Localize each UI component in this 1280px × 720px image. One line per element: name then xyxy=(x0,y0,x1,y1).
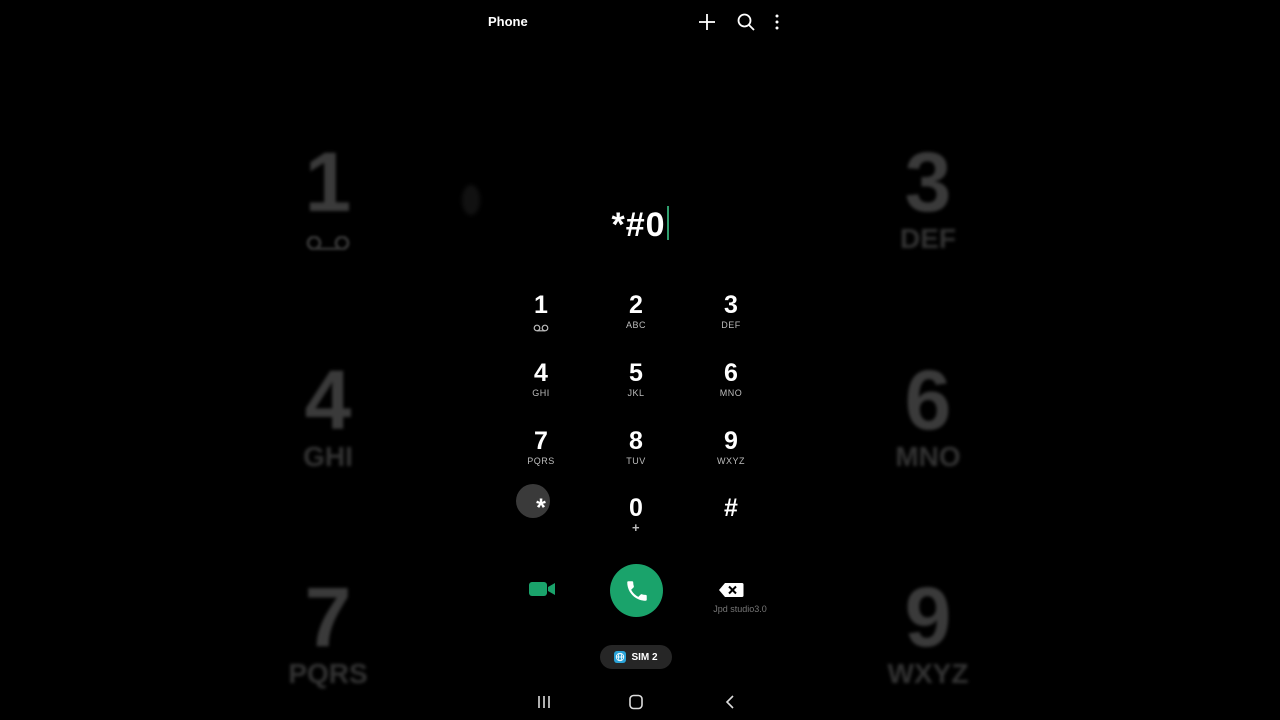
key-5[interactable]: 5 JKL xyxy=(596,359,676,415)
key-2[interactable]: 2 ABC xyxy=(596,291,676,347)
phone-icon xyxy=(626,580,647,601)
app-title: Phone xyxy=(488,14,528,29)
key-hash[interactable]: # xyxy=(691,494,771,550)
sim-icon xyxy=(614,651,627,663)
backspace-icon[interactable] xyxy=(718,582,744,598)
recents-icon[interactable] xyxy=(534,694,554,710)
key-7[interactable]: 7 PQRS xyxy=(501,427,581,483)
key-8[interactable]: 8 TUV xyxy=(596,427,676,483)
key-3[interactable]: 3 DEF xyxy=(691,291,771,347)
bg-voicemail-icon xyxy=(306,236,350,250)
bg-key-9: 9 WXYZ xyxy=(887,570,969,689)
top-app-bar: Phone xyxy=(470,0,810,44)
bg-key-3: 3 DEF xyxy=(900,135,956,254)
key-9[interactable]: 9 WXYZ xyxy=(691,427,771,483)
search-icon[interactable] xyxy=(735,11,757,33)
bg-key-6: 6 MNO xyxy=(895,353,961,472)
plus-icon[interactable] xyxy=(696,11,718,33)
key-1[interactable]: 1 xyxy=(501,291,581,347)
home-icon[interactable] xyxy=(626,694,646,710)
bg-key-4: 4 GHI xyxy=(303,353,353,472)
dial-number-field[interactable]: *#0 xyxy=(470,206,810,245)
key-0[interactable]: 0 + xyxy=(596,494,676,550)
key-star[interactable]: * xyxy=(501,494,581,550)
dial-number-text: *#0 xyxy=(611,206,666,244)
bg-key-1: 1 xyxy=(304,135,352,229)
key-6[interactable]: 6 MNO xyxy=(691,359,771,415)
call-button[interactable] xyxy=(610,564,663,617)
voicemail-icon xyxy=(533,324,549,332)
bg-key-7: 7 PQRS xyxy=(288,570,368,689)
more-vert-icon[interactable] xyxy=(766,11,788,33)
sim-label: SIM 2 xyxy=(631,651,658,663)
sim-selector[interactable]: SIM 2 xyxy=(600,645,672,669)
key-4[interactable]: 4 GHI xyxy=(501,359,581,415)
video-call-icon[interactable] xyxy=(528,578,556,600)
text-cursor xyxy=(666,206,669,240)
watermark-text: Jpd studio3.0 xyxy=(713,604,767,614)
back-icon[interactable] xyxy=(720,694,740,710)
